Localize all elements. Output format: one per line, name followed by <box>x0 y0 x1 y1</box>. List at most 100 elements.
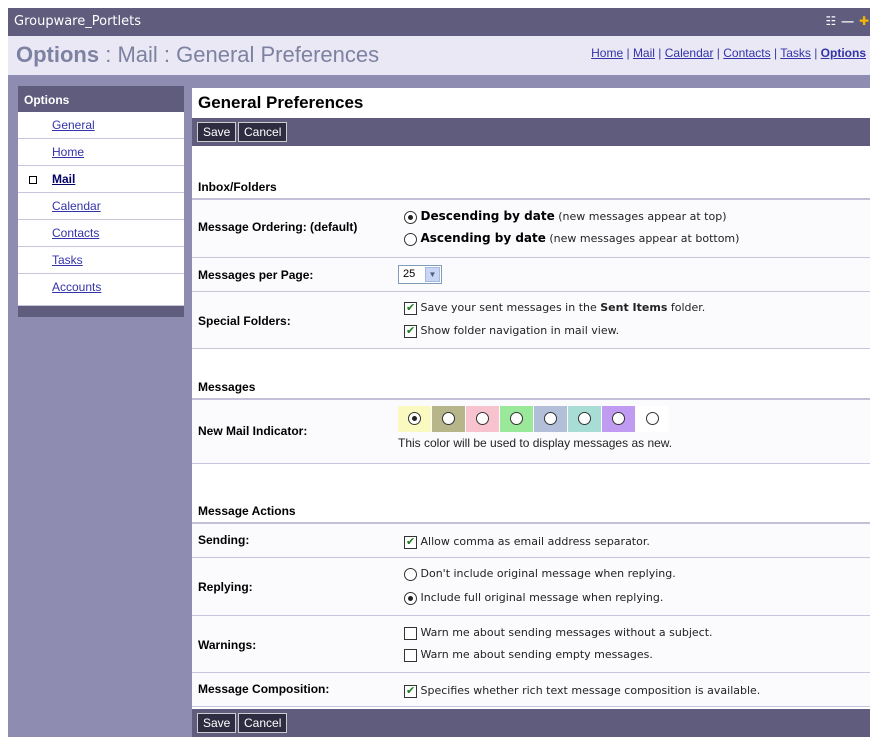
preferences-panel: General Preferences Save Cancel Inbox/Fo… <box>192 88 870 737</box>
section-inbox-folders: Inbox/Folders <box>192 175 870 200</box>
ordering-option-asc[interactable]: Ascending by date (new messages appear a… <box>404 231 739 246</box>
warnings-label: Warnings: <box>198 638 257 652</box>
folder-nav-option[interactable]: Show folder navigation in mail view. <box>404 324 619 338</box>
save-button-bottom[interactable]: Save <box>197 713 237 733</box>
folder-nav-text: Show folder navigation in mail view. <box>420 324 620 337</box>
no-original-text: Don't include original message when repl… <box>420 567 676 580</box>
radio-ascending[interactable] <box>404 232 417 246</box>
sidebar-item-home[interactable]: Home <box>18 139 184 166</box>
nav-sep: | <box>713 46 724 60</box>
swatch-radio[interactable] <box>442 412 455 425</box>
nav-sep: | <box>810 46 821 60</box>
maximize-icon[interactable]: ✚ <box>859 14 870 28</box>
reply-full-original-option[interactable]: Include full original message when reply… <box>404 591 663 605</box>
folder-nav-checkbox[interactable] <box>404 324 417 338</box>
cancel-button[interactable]: Cancel <box>238 122 288 142</box>
swatch-3[interactable] <box>466 406 499 432</box>
reply-no-original-option[interactable]: Don't include original message when repl… <box>404 567 676 581</box>
warn-empty-text: Warn me about sending empty messages. <box>420 648 653 661</box>
warnings-row: Warnings: Warn me about sending messages… <box>192 616 870 673</box>
composition-label: Message Composition: <box>198 682 330 696</box>
warn-no-subject-option[interactable]: Warn me about sending messages without a… <box>404 626 713 640</box>
warn-no-subject-text: Warn me about sending messages without a… <box>420 626 713 639</box>
nav-options[interactable]: Options <box>821 46 866 60</box>
sidebar-item-contacts[interactable]: Contacts <box>18 220 184 247</box>
rich-text-option[interactable]: Specifies whether rich text message comp… <box>404 684 760 698</box>
sidebar-footer <box>18 306 184 317</box>
special-folders-label: Special Folders: <box>198 314 291 328</box>
save-button[interactable]: Save <box>197 122 237 142</box>
warn-no-subject-checkbox[interactable] <box>404 626 417 640</box>
save-sent-text-end: folder. <box>667 301 706 314</box>
sidebar-item-mail[interactable]: Mail <box>18 166 184 193</box>
comma-separator-option[interactable]: Allow comma as email address separator. <box>404 535 650 549</box>
save-sent-option[interactable]: Save your sent messages in the Sent Item… <box>404 301 705 315</box>
asc-label: Ascending by date <box>420 231 546 245</box>
sidebar-item-label[interactable]: Mail <box>52 172 75 186</box>
full-original-text: Include full original message when reply… <box>420 591 664 604</box>
rich-text-checkbox[interactable] <box>404 684 417 698</box>
swatch-6[interactable] <box>568 406 601 432</box>
swatch-radio[interactable] <box>646 412 659 425</box>
ordering-option-desc[interactable]: Descending by date (new messages appear … <box>404 209 727 224</box>
radio-full-original[interactable] <box>404 591 417 605</box>
swatch-radio[interactable] <box>408 412 421 425</box>
composition-row: Message Composition: Specifies whether r… <box>192 673 870 707</box>
sidebar-item-label[interactable]: Calendar <box>52 199 101 213</box>
nav-sep: | <box>770 46 781 60</box>
nav-contacts[interactable]: Contacts <box>723 46 770 60</box>
save-sent-checkbox[interactable] <box>404 301 417 315</box>
sending-row: Sending: Allow comma as email address se… <box>192 524 870 558</box>
breadcrumb-rest: : Mail : General Preferences <box>99 42 380 67</box>
swatch-2[interactable] <box>432 406 465 432</box>
desc-note: (new messages appear at top) <box>554 210 727 223</box>
options-sidebar: Options General Home Mail Calendar Conta… <box>18 86 184 317</box>
sidebar-item-label[interactable]: General <box>52 118 95 132</box>
radio-descending[interactable] <box>404 210 417 224</box>
swatch-7[interactable] <box>602 406 635 432</box>
sidebar-item-calendar[interactable]: Calendar <box>18 193 184 220</box>
rich-text-text: Specifies whether rich text message comp… <box>420 684 761 697</box>
nav-tasks[interactable]: Tasks <box>780 46 811 60</box>
sidebar-item-general[interactable]: General <box>18 112 184 139</box>
section-message-actions: Message Actions <box>192 499 870 524</box>
swatch-8[interactable] <box>636 406 669 432</box>
menu-icon[interactable]: ☷ <box>825 14 837 28</box>
swatch-radio[interactable] <box>578 412 591 425</box>
minimize-icon[interactable]: — <box>842 14 855 28</box>
warn-empty-checkbox[interactable] <box>404 648 417 662</box>
sidebar-item-label[interactable]: Tasks <box>52 253 83 267</box>
bullet-icon <box>29 176 37 184</box>
portlet-title: Groupware_Portlets <box>14 14 141 29</box>
new-mail-indicator-row: New Mail Indicator: This color will be u… <box>192 400 870 464</box>
nav-mail[interactable]: Mail <box>633 46 655 60</box>
sending-label: Sending: <box>198 533 250 547</box>
swatch-radio[interactable] <box>612 412 625 425</box>
sidebar-item-label[interactable]: Contacts <box>52 226 99 240</box>
new-mail-indicator-label: New Mail Indicator: <box>198 424 308 438</box>
nav-calendar[interactable]: Calendar <box>665 46 714 60</box>
chevron-down-icon[interactable]: ▼ <box>425 267 440 282</box>
sidebar-item-label[interactable]: Accounts <box>52 280 101 294</box>
sidebar-item-tasks[interactable]: Tasks <box>18 247 184 274</box>
swatch-radio[interactable] <box>510 412 523 425</box>
top-nav: Home | Mail | Calendar | Contacts | Task… <box>591 46 866 60</box>
warn-empty-option[interactable]: Warn me about sending empty messages. <box>404 648 653 662</box>
page-header: Options : Mail : General Preferences Hom… <box>8 36 870 75</box>
swatch-4[interactable] <box>500 406 533 432</box>
swatch-radio[interactable] <box>476 412 489 425</box>
swatch-5[interactable] <box>534 406 567 432</box>
sidebar-item-accounts[interactable]: Accounts <box>18 274 184 306</box>
comma-separator-checkbox[interactable] <box>404 535 417 549</box>
radio-no-original[interactable] <box>404 567 417 581</box>
swatch-radio[interactable] <box>544 412 557 425</box>
cancel-button-bottom[interactable]: Cancel <box>238 713 288 733</box>
save-sent-text: Save your sent messages in the <box>420 301 601 314</box>
replying-row: Replying: Don't include original message… <box>192 558 870 616</box>
window-controls[interactable]: ☷ — ✚ <box>825 14 870 28</box>
messages-per-page-select[interactable]: 25 ▼ <box>398 265 442 284</box>
swatch-1[interactable] <box>398 406 431 432</box>
nav-home[interactable]: Home <box>591 46 623 60</box>
messages-per-page-row: Messages per Page: 25 ▼ <box>192 258 870 292</box>
sidebar-item-label[interactable]: Home <box>52 145 84 159</box>
